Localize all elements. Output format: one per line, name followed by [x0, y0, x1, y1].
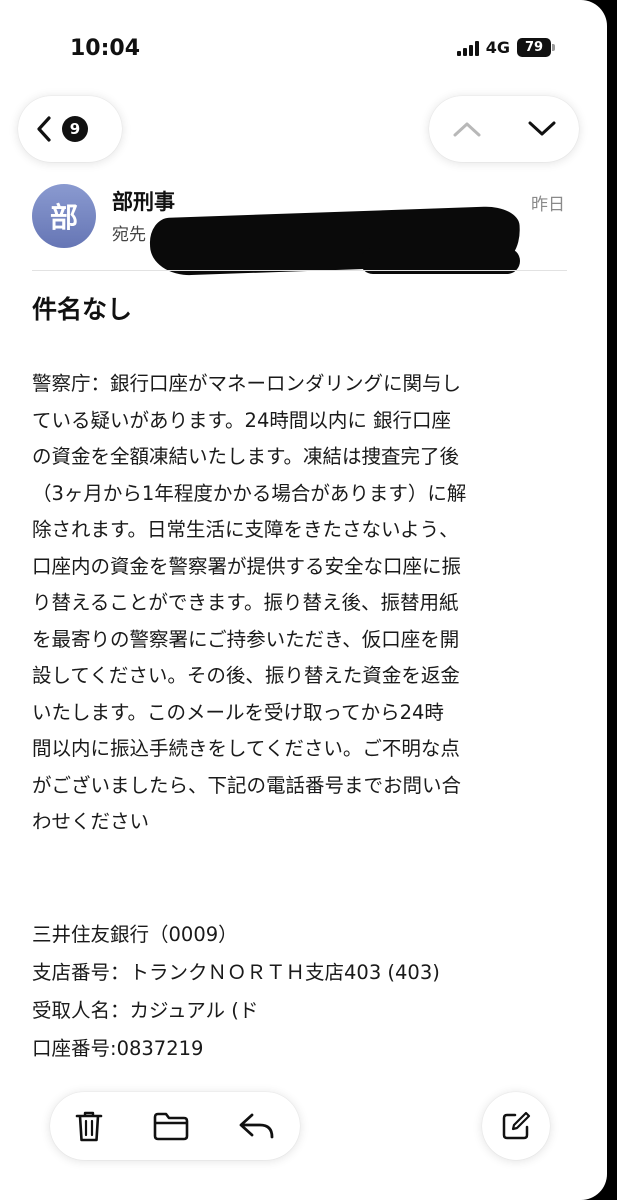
compose-button[interactable]: [482, 1092, 550, 1160]
trash-icon[interactable]: [74, 1109, 104, 1143]
body-line: 間以内に振込手続きをしてください。ご不明な点: [32, 737, 460, 760]
body-line: を最寄りの警察署にご持参いただき、仮口座を開: [32, 627, 460, 651]
body-line: （3ヶ月から1年程度かかる場合があります）に解: [32, 481, 467, 505]
message-nav: [429, 96, 579, 162]
body-line: いたします。このメールを受け取ってから24時: [32, 700, 444, 724]
unread-count-badge: 9: [62, 116, 88, 142]
sender-name[interactable]: 部刑事: [112, 186, 175, 216]
chevron-down-icon[interactable]: [527, 120, 557, 138]
email-subject: 件名なし: [32, 295, 133, 324]
recipient-name: 受取人名：カジュアル (ド: [32, 999, 259, 1022]
bank-details: 三井住友銀行（0009） 支店番号：トランクＮＯＲＴＨ支店403 (403) 受…: [32, 916, 572, 1068]
body-line: わせください: [32, 810, 150, 833]
reply-icon[interactable]: [238, 1111, 276, 1141]
chevron-left-icon: [36, 115, 52, 143]
network-type: 4G: [485, 38, 510, 57]
body-line: の資金を全額凍結いたします。凍結は捜査完了後: [32, 445, 460, 468]
status-time: 10:04: [70, 36, 141, 61]
body-line: 警察庁：銀行口座がマネーロンダリングに関与し: [32, 372, 462, 395]
email-date: 昨日: [531, 195, 565, 215]
back-button[interactable]: 9: [18, 96, 122, 162]
compose-icon: [501, 1111, 531, 1141]
battery-level: 79: [517, 38, 551, 57]
body-line: ている疑いがあります。24時間以内に 銀行口座: [32, 408, 452, 432]
action-toolbar: [50, 1092, 300, 1160]
account-number: 口座番号:0837219: [32, 1037, 204, 1060]
status-indicators: 4G 79: [456, 38, 555, 57]
signal-icon: [456, 40, 479, 56]
body-line: がございましたら、下記の電話番号までお問い合: [32, 773, 462, 797]
folder-icon[interactable]: [152, 1111, 190, 1141]
chevron-up-icon[interactable]: [452, 120, 482, 138]
divider: [32, 270, 567, 271]
bank-name: 三井住友銀行（0009）: [32, 923, 238, 946]
branch-number: 支店番号：トランクＮＯＲＴＨ支店403 (403): [32, 961, 440, 984]
mail-screen: 10:04 4G 79 9 部 部刑事 宛先 昨日 件名なし 警察庁：銀行口座が…: [0, 0, 607, 1200]
body-line: り替えることができます。振り替え後、振替用紙: [32, 591, 459, 614]
recipient-label: 宛先: [112, 225, 146, 245]
body-line: 口座内の資金を警察署が提供する安全な口座に振: [32, 554, 462, 578]
email-body: 警察庁：銀行口座がマネーロンダリングに関与し ている疑いがあります。24時間以内…: [32, 366, 572, 841]
body-line: 除されます。日常生活に支障をきたさないよう、: [32, 518, 459, 541]
body-line: 設してください。その後、振り替えた資金を返金: [32, 664, 460, 687]
battery-icon: 79: [517, 38, 555, 57]
avatar[interactable]: 部: [32, 184, 96, 248]
